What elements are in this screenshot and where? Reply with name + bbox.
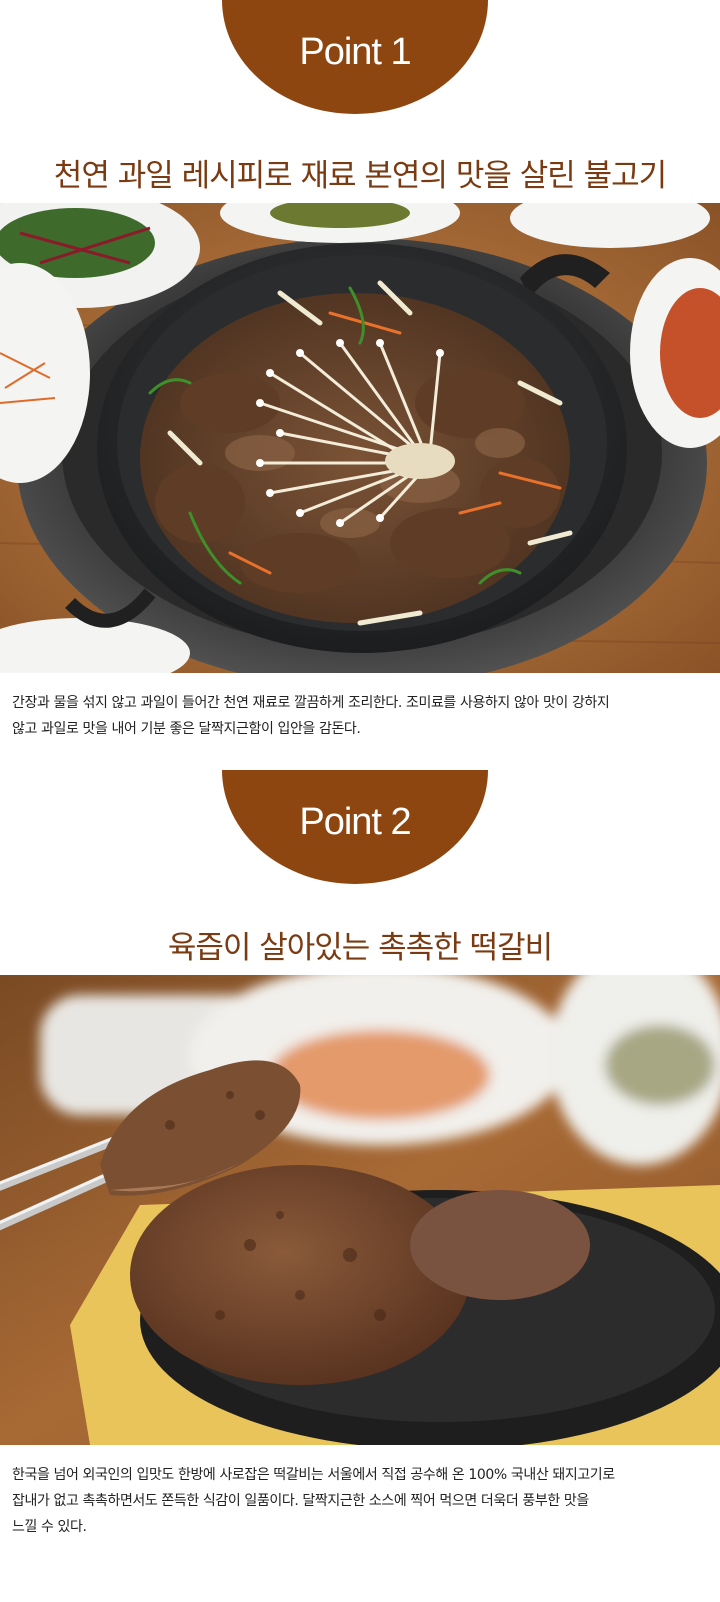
point2-photo xyxy=(0,975,720,1445)
point2-desc-line-1: 한국을 넘어 외국인의 입맛도 한방에 사로잡은 떡갈비는 서울에서 직접 공수… xyxy=(12,1467,615,1483)
tteokgalbi-plate-photo-icon xyxy=(0,975,720,1445)
point1-badge: Point 1 xyxy=(222,0,488,114)
point2-badge-label: Point 2 xyxy=(299,800,411,843)
point1-desc-line-2: 않고 과일로 맛을 내어 기분 좋은 달짝지근함이 입안을 감돈다. xyxy=(12,721,361,737)
point2-badge: Point 2 xyxy=(222,770,488,884)
point1-desc-line-1: 간장과 물을 섞지 않고 과일이 들어간 천연 재료로 깔끔하게 조리한다. 조… xyxy=(12,695,610,711)
point2-description: 한국을 넘어 외국인의 입맛도 한방에 사로잡은 떡갈비는 서울에서 직접 공수… xyxy=(12,1462,712,1540)
point1-headline: 천연 과일 레시피로 재료 본연의 맛을 살린 불고기 xyxy=(53,158,667,194)
point1-photo xyxy=(0,203,720,673)
point2-desc-line-3: 느낄 수 있다. xyxy=(12,1519,87,1535)
point1-badge-label: Point 1 xyxy=(299,30,411,73)
point2-headline: 육즙이 살아있는 촉촉한 떡갈비 xyxy=(167,930,553,966)
point2-desc-line-2: 잡내가 없고 촉촉하면서도 쫀득한 식감이 일품이다. 달짝지근한 소스에 찍어… xyxy=(12,1493,589,1509)
bulgogi-pan-photo-icon xyxy=(0,203,720,673)
point1-description: 간장과 물을 섞지 않고 과일이 들어간 천연 재료로 깔끔하게 조리한다. 조… xyxy=(12,690,712,742)
